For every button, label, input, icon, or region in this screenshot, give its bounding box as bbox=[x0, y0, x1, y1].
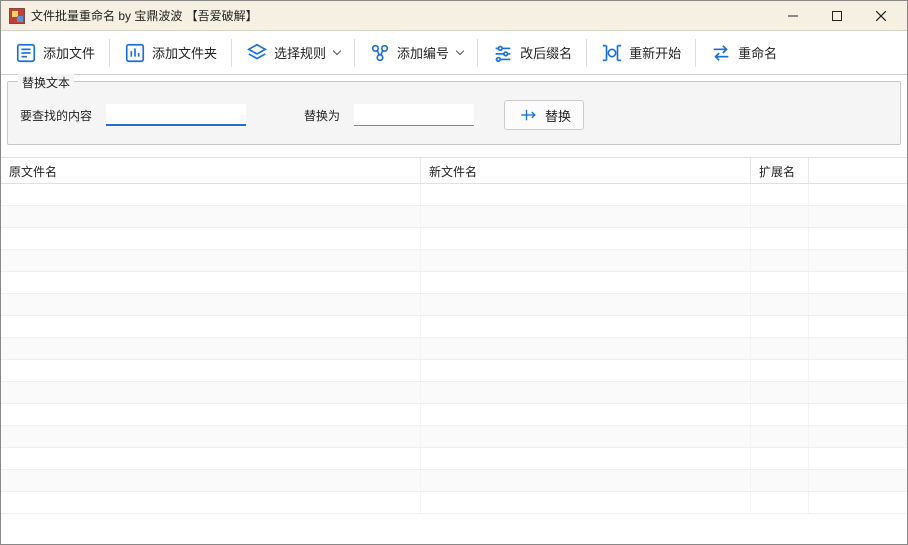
replace-panel: 替换文本 要查找的内容 替换为 替换 bbox=[7, 81, 901, 145]
rename-button[interactable]: 重命名 bbox=[702, 38, 785, 68]
find-label: 要查找的内容 bbox=[20, 107, 92, 124]
swap-icon bbox=[710, 42, 732, 64]
separator bbox=[231, 39, 232, 67]
column-ext[interactable]: 扩展名 bbox=[751, 158, 809, 183]
minimize-button[interactable] bbox=[771, 2, 815, 30]
replace-icon bbox=[517, 104, 539, 126]
add-number-button[interactable]: 添加编号 bbox=[361, 38, 471, 68]
titlebar: 文件批量重命名 by 宝鼎波波 【吾爱破解】 bbox=[1, 1, 907, 31]
restart-button[interactable]: 重新开始 bbox=[593, 38, 689, 68]
table-row[interactable] bbox=[1, 360, 907, 382]
chevron-down-icon bbox=[456, 47, 464, 55]
replace-panel-title: 替换文本 bbox=[18, 74, 74, 91]
grid-header: 原文件名 新文件名 扩展名 bbox=[1, 158, 907, 184]
restart-icon bbox=[601, 42, 623, 64]
table-row[interactable] bbox=[1, 228, 907, 250]
layers-icon bbox=[246, 42, 268, 64]
separator bbox=[586, 39, 587, 67]
table-row[interactable] bbox=[1, 184, 907, 206]
chart-bars-icon bbox=[124, 42, 146, 64]
window-controls bbox=[771, 2, 903, 30]
replace-button[interactable]: 替换 bbox=[504, 100, 584, 130]
sliders-icon bbox=[492, 42, 514, 64]
add-folder-button[interactable]: 添加文件夹 bbox=[116, 38, 225, 68]
table-row[interactable] bbox=[1, 206, 907, 228]
table-row[interactable] bbox=[1, 250, 907, 272]
add-number-label: 添加编号 bbox=[397, 43, 449, 62]
chevron-down-icon bbox=[333, 47, 341, 55]
replace-input[interactable] bbox=[354, 104, 474, 126]
replace-form-row: 要查找的内容 替换为 替换 bbox=[20, 100, 888, 130]
close-button[interactable] bbox=[859, 2, 903, 30]
separator bbox=[354, 39, 355, 67]
table-row[interactable] bbox=[1, 294, 907, 316]
app-icon bbox=[9, 8, 25, 24]
find-input[interactable] bbox=[106, 104, 246, 126]
table-row[interactable] bbox=[1, 316, 907, 338]
window-title: 文件批量重命名 by 宝鼎波波 【吾爱破解】 bbox=[31, 7, 771, 24]
column-original[interactable]: 原文件名 bbox=[1, 158, 421, 183]
table-row[interactable] bbox=[1, 492, 907, 514]
change-ext-label: 改后缀名 bbox=[520, 43, 572, 62]
add-file-button[interactable]: 添加文件 bbox=[7, 38, 103, 68]
replace-button-label: 替换 bbox=[545, 106, 571, 125]
table-row[interactable] bbox=[1, 448, 907, 470]
change-ext-button[interactable]: 改后缀名 bbox=[484, 38, 580, 68]
table-row[interactable] bbox=[1, 426, 907, 448]
rename-label: 重命名 bbox=[738, 43, 777, 62]
restart-label: 重新开始 bbox=[629, 43, 681, 62]
column-new[interactable]: 新文件名 bbox=[421, 158, 751, 183]
file-grid: 原文件名 新文件名 扩展名 bbox=[1, 157, 907, 536]
toolbar: 添加文件 添加文件夹 选择规则 添加编号 改后缀名 重新开始 bbox=[1, 31, 907, 75]
table-row[interactable] bbox=[1, 382, 907, 404]
separator bbox=[477, 39, 478, 67]
select-rule-button[interactable]: 选择规则 bbox=[238, 38, 348, 68]
maximize-button[interactable] bbox=[815, 2, 859, 30]
add-folder-label: 添加文件夹 bbox=[152, 43, 217, 62]
separator bbox=[695, 39, 696, 67]
file-lines-icon bbox=[15, 42, 37, 64]
add-file-label: 添加文件 bbox=[43, 43, 95, 62]
nodes-icon bbox=[369, 42, 391, 64]
table-row[interactable] bbox=[1, 338, 907, 360]
replace-label: 替换为 bbox=[304, 107, 340, 124]
table-row[interactable] bbox=[1, 404, 907, 426]
table-row[interactable] bbox=[1, 272, 907, 294]
table-row[interactable] bbox=[1, 470, 907, 492]
select-rule-label: 选择规则 bbox=[274, 43, 326, 62]
separator bbox=[109, 39, 110, 67]
grid-body[interactable] bbox=[1, 184, 907, 536]
